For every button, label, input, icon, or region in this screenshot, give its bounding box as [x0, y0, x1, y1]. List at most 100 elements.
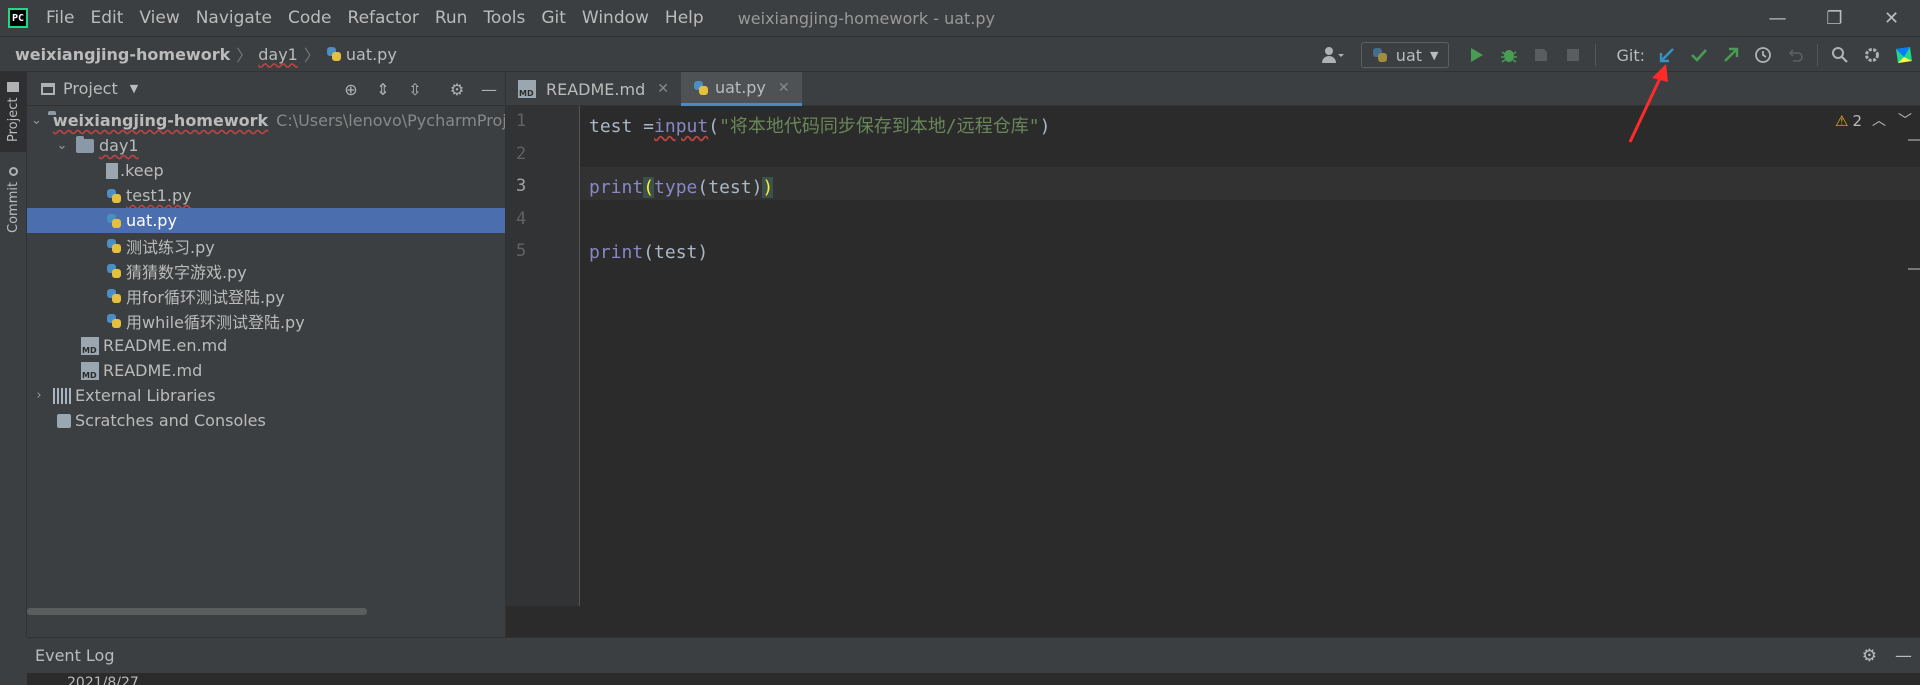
- menu-git[interactable]: Git: [541, 8, 566, 28]
- breadcrumb-file[interactable]: uat.py: [346, 45, 397, 64]
- chevron-down-icon[interactable]: ⌄: [31, 113, 42, 128]
- menu-tools[interactable]: Tools: [483, 8, 525, 28]
- left-strip-bottom: [0, 637, 27, 685]
- rollback-icon[interactable]: [1779, 39, 1811, 71]
- tree-item-for-login[interactable]: 用for循环测试登陆.py: [27, 283, 505, 308]
- tree-item-label: uat.py: [126, 211, 177, 230]
- horizontal-scrollbar[interactable]: [27, 608, 367, 615]
- tree-item-external-libraries[interactable]: › External Libraries: [27, 383, 505, 408]
- locate-icon[interactable]: ⊕: [335, 80, 367, 99]
- menu-edit[interactable]: Edit: [90, 8, 123, 28]
- toolbar-separator: [1817, 44, 1818, 66]
- search-icon[interactable]: [1824, 39, 1856, 71]
- tree-item-label: weixiangjing-homework: [52, 111, 269, 130]
- project-panel: Project ▼ ⊕ ⇕ ⇳ ⚙ — ⌄ weixiangjing-homew…: [27, 72, 506, 637]
- menu-refactor[interactable]: Refactor: [348, 8, 419, 28]
- tree-item-scratches[interactable]: Scratches and Consoles: [27, 408, 505, 433]
- coverage-icon[interactable]: [1525, 39, 1557, 71]
- hide-panel-icon[interactable]: —: [473, 80, 505, 99]
- folder-icon: [7, 81, 20, 92]
- menu-file[interactable]: File: [46, 8, 74, 28]
- inspection-widget[interactable]: ⚠ 2: [1835, 112, 1862, 130]
- git-push-icon[interactable]: [1715, 39, 1747, 71]
- git-commit-icon[interactable]: [1683, 39, 1715, 71]
- close-icon[interactable]: ✕: [657, 81, 669, 97]
- settings-icon[interactable]: ⚙: [1862, 646, 1877, 666]
- close-button[interactable]: ✕: [1863, 0, 1920, 36]
- tool-tab-project-label: Project: [6, 97, 21, 143]
- settings-icon[interactable]: ⚙: [441, 80, 473, 99]
- code-token: "将本地代码同步保存到本地/远程仓库": [719, 116, 1040, 137]
- settings-icon[interactable]: [1856, 39, 1888, 71]
- close-icon[interactable]: ✕: [778, 80, 790, 96]
- menu-code[interactable]: Code: [288, 8, 332, 28]
- collapse-all-icon[interactable]: ⇳: [399, 80, 431, 99]
- tree-item-label: External Libraries: [75, 386, 216, 405]
- tree-item-path-hint: C:\Users\lenovo\PycharmProjec: [276, 111, 506, 130]
- code-editor[interactable]: test =input("将本地代码同步保存到本地/远程仓库") print(t…: [580, 106, 1920, 606]
- python-file-icon: [326, 46, 342, 62]
- expand-all-icon[interactable]: ⇕: [367, 80, 399, 99]
- tree-item-guess-game[interactable]: 猜猜数字游戏.py: [27, 258, 505, 283]
- tree-item-readme-en[interactable]: MD README.en.md: [27, 333, 505, 358]
- code-token: type: [654, 177, 698, 198]
- restore-button[interactable]: ❐: [1806, 0, 1863, 36]
- tool-tab-commit-label: Commit: [6, 181, 21, 234]
- tab-readme[interactable]: MD README.md ✕: [506, 72, 681, 106]
- editor-gutter: 1 2 3 4 5: [506, 106, 580, 606]
- chevron-right-icon[interactable]: ›: [31, 388, 47, 403]
- minimize-button[interactable]: —: [1749, 0, 1806, 36]
- debug-icon[interactable]: [1493, 39, 1525, 71]
- tree-item-uat[interactable]: uat.py: [27, 208, 505, 233]
- menu-help[interactable]: Help: [665, 8, 704, 28]
- menu-run[interactable]: Run: [435, 8, 468, 28]
- hide-panel-icon[interactable]: —: [1895, 646, 1912, 666]
- editor-tab-bar: MD README.md ✕ uat.py ✕: [506, 72, 1920, 106]
- tool-tab-commit[interactable]: Commit: [0, 160, 27, 240]
- warning-icon: ⚠: [1835, 112, 1849, 130]
- history-icon[interactable]: [1747, 39, 1779, 71]
- breadcrumb-project[interactable]: weixiangjing-homework: [15, 45, 230, 64]
- project-panel-title[interactable]: Project: [63, 79, 118, 98]
- tree-item-test1[interactable]: test1.py: [27, 183, 505, 208]
- breadcrumb-separator-icon: 〉: [303, 46, 320, 65]
- menu-bar: PC File Edit View Navigate Code Refactor…: [0, 0, 1920, 36]
- event-log-title[interactable]: Event Log: [35, 646, 115, 665]
- menu-view[interactable]: View: [139, 8, 179, 28]
- tab-uat[interactable]: uat.py ✕: [680, 72, 802, 106]
- warning-count: 2: [1852, 112, 1862, 130]
- tree-item-day1[interactable]: ⌄ day1: [27, 133, 505, 158]
- code-line-1: test =input("将本地代码同步保存到本地/远程仓库"): [589, 112, 1050, 138]
- run-config-selector[interactable]: uat ▼: [1360, 42, 1450, 68]
- tree-item-label: .keep: [120, 161, 164, 180]
- window-controls: — ❐ ✕: [1749, 0, 1920, 36]
- code-line-3: print(type(test)): [589, 177, 774, 198]
- stop-icon[interactable]: [1557, 39, 1589, 71]
- chevron-down-icon[interactable]: ▼: [130, 82, 138, 95]
- menu-navigate[interactable]: Navigate: [196, 8, 272, 28]
- breadcrumb-folder[interactable]: day1: [258, 45, 298, 64]
- line-number: 4: [516, 209, 527, 229]
- tool-tab-project[interactable]: Project: [0, 72, 27, 152]
- python-file-icon: [1372, 47, 1388, 63]
- pycharm-logo-icon: PC: [8, 8, 28, 28]
- chevron-down-icon[interactable]: ⌄: [54, 138, 70, 153]
- logo-icon[interactable]: [1888, 39, 1920, 71]
- code-token: print: [589, 177, 644, 198]
- chevron-down-icon[interactable]: ﹀: [1898, 110, 1912, 130]
- run-icon[interactable]: [1461, 39, 1493, 71]
- line-number: 1: [516, 111, 527, 131]
- menu-window[interactable]: Window: [582, 8, 649, 28]
- chevron-up-icon[interactable]: ︿: [1872, 110, 1886, 130]
- tree-item-test-practice[interactable]: 测试练习.py: [27, 233, 505, 258]
- code-token: ): [1039, 116, 1051, 137]
- tree-item-keep[interactable]: .keep: [27, 158, 505, 183]
- python-file-icon: [693, 80, 709, 96]
- markdown-file-icon: MD: [81, 361, 99, 380]
- code-token: test =: [589, 116, 655, 137]
- tree-item-while-login[interactable]: 用while循环测试登陆.py: [27, 308, 505, 333]
- code-token: (: [708, 116, 720, 137]
- tree-item-root[interactable]: ⌄ weixiangjing-homework C:\Users\lenovo\…: [27, 108, 505, 133]
- user-icon[interactable]: [1313, 39, 1353, 71]
- tree-item-readme[interactable]: MD README.md: [27, 358, 505, 383]
